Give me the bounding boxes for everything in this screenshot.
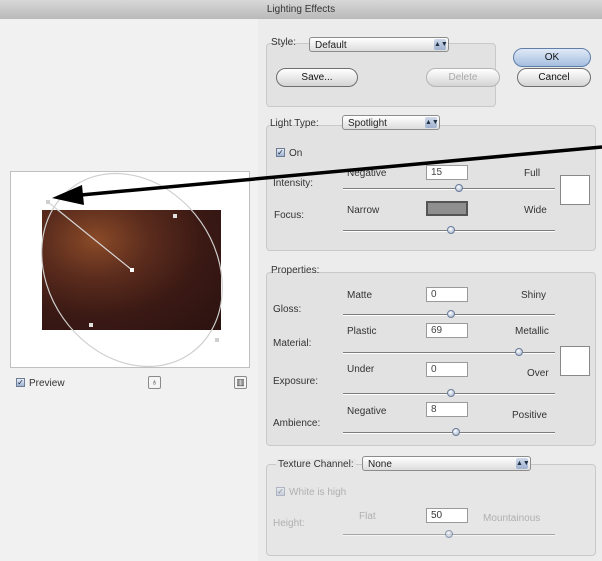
preview-checkbox[interactable]: ✓ bbox=[16, 378, 25, 387]
light-direction-line[interactable] bbox=[47, 201, 133, 271]
lightbulb-icon: ♁ bbox=[151, 377, 158, 387]
checkmark-icon: ✓ bbox=[17, 378, 24, 387]
light-handle-right[interactable] bbox=[173, 214, 177, 218]
light-ellipse-overlay[interactable] bbox=[0, 0, 602, 561]
light-handle-left[interactable] bbox=[89, 323, 93, 327]
light-handle-center[interactable] bbox=[130, 268, 134, 272]
delete-light-button[interactable]: ▥ bbox=[234, 376, 247, 389]
light-handle-bottom[interactable] bbox=[215, 338, 219, 342]
trash-icon: ▥ bbox=[236, 377, 245, 387]
light-handle-top[interactable] bbox=[46, 200, 50, 204]
annotation-arrow bbox=[69, 145, 602, 198]
new-light-button[interactable]: ♁ bbox=[148, 376, 161, 389]
preview-label: Preview bbox=[29, 378, 65, 389]
